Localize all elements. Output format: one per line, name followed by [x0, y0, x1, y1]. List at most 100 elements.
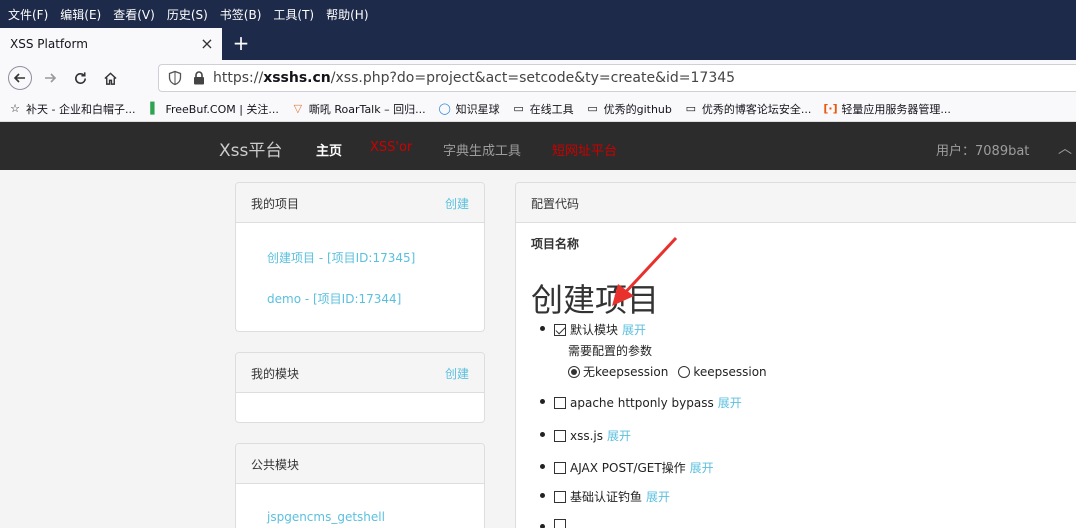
browser-navbar: https://xsshs.cn/xss.php?do=project&act=…	[0, 60, 1076, 96]
expand-link[interactable]: 展开	[690, 459, 714, 476]
back-arrow-icon	[13, 73, 25, 83]
module-apache-httponly: apache httponly bypass 展开	[540, 394, 742, 411]
bookmark-label: FreeBuf.COM | 关注...	[165, 102, 279, 116]
bookmark-label: 补天 - 企业和白帽子...	[26, 102, 136, 116]
tab-strip: XSS Platform × +	[0, 28, 1076, 60]
bullet	[540, 464, 545, 469]
menu-tools[interactable]: 工具(T)	[273, 6, 314, 23]
bookmark-label: 优秀的github	[603, 102, 672, 116]
public-modules-panel: 公共模块 jspgencms_getshell	[235, 443, 485, 528]
project-link-17345[interactable]: 创建项目 - [项目ID:17345]	[267, 249, 415, 266]
expand-link[interactable]: 展开	[607, 427, 631, 444]
module-xss-js: xss.js 展开	[540, 427, 631, 444]
url-host: xsshs.cn	[263, 70, 331, 86]
panel-header: 我的项目 创建	[236, 183, 484, 223]
bookmark-label: 在线工具	[529, 102, 574, 116]
forward-button[interactable]	[38, 66, 62, 90]
menu-bookmarks[interactable]: 书签(B)	[220, 6, 262, 23]
panel-header: 配置代码	[516, 183, 1076, 223]
bookmark-folder-blogs[interactable]: ▭ 优秀的博客论坛安全...	[684, 101, 812, 117]
user-label[interactable]: 用户：7089bat	[936, 140, 1029, 159]
panel-header: 公共模块	[236, 444, 484, 484]
menu-edit[interactable]: 编辑(E)	[60, 6, 101, 23]
module-ajax: AJAX POST/GET操作 展开	[540, 459, 714, 476]
module-default: 默认模块 展开	[540, 321, 646, 338]
bullet	[540, 326, 545, 331]
module-checkbox[interactable]	[554, 461, 566, 474]
create-module-link[interactable]: 创建	[445, 365, 469, 382]
bracket-icon: [·]	[823, 101, 838, 115]
radio-label: 无keepsession	[583, 365, 669, 379]
bookmark-roartalk[interactable]: ▽ 嘶吼 RoarTalk – 回归...	[291, 101, 426, 117]
menu-file[interactable]: 文件(F)	[8, 6, 48, 23]
reload-button[interactable]	[68, 66, 92, 90]
module-checkbox[interactable]	[554, 396, 566, 409]
create-project-link[interactable]: 创建	[445, 195, 469, 212]
bookmark-lighthouse[interactable]: [·] 轻量应用服务器管理...	[823, 101, 951, 117]
panel-title: 我的项目	[251, 197, 300, 211]
star-icon: ☆	[10, 101, 20, 115]
radio-no-keepsession[interactable]	[568, 365, 580, 378]
back-button[interactable]	[8, 66, 32, 90]
bookmark-label: 轻量应用服务器管理...	[841, 102, 951, 116]
module-cut-off	[540, 519, 570, 528]
annotation-arrow-icon	[612, 236, 678, 306]
tab-close-icon[interactable]: ×	[198, 35, 216, 53]
bullet	[540, 399, 545, 404]
home-icon	[103, 71, 117, 85]
nav-xssor[interactable]: XSS'or	[370, 140, 412, 155]
url-path: /xss.php?do=project&act=setcode&ty=creat…	[330, 70, 736, 86]
bookmark-folder-github[interactable]: ▭ 优秀的github	[586, 101, 672, 117]
bookmark-folder-tools[interactable]: ▭ 在线工具	[512, 101, 574, 117]
bookmark-label: 嘶吼 RoarTalk – 回归...	[308, 102, 426, 116]
lock-icon[interactable]	[193, 71, 205, 85]
bookmark-label: 知识星球	[455, 102, 500, 116]
params-label: 需要配置的参数	[568, 344, 653, 358]
new-tab-button[interactable]: +	[230, 32, 252, 54]
expand-link[interactable]: 展开	[718, 394, 742, 411]
reload-icon	[74, 71, 86, 84]
folder-icon: ▭	[513, 101, 524, 115]
home-button[interactable]	[98, 66, 122, 90]
bookmark-butian[interactable]: ☆ 补天 - 企业和白帽子...	[8, 101, 135, 117]
expand-link[interactable]: 展开	[622, 321, 646, 338]
url-bar[interactable]: https://xsshs.cn/xss.php?do=project&act=…	[158, 64, 1076, 92]
radio-keepsession[interactable]	[678, 365, 691, 378]
menu-help[interactable]: 帮助(H)	[326, 6, 368, 23]
freebuf-icon: ▌	[150, 101, 159, 115]
project-link-17344[interactable]: demo - [项目ID:17344]	[267, 290, 401, 307]
panel-title: 配置代码	[531, 197, 580, 211]
project-name-label: 项目名称	[531, 237, 580, 251]
url-text: https://xsshs.cn/xss.php?do=project&act=…	[213, 70, 735, 86]
bullet	[540, 493, 545, 498]
folder-icon: ▭	[685, 101, 697, 115]
bookmark-zsxq[interactable]: ◯ 知识星球	[438, 101, 500, 117]
panel-title: 公共模块	[251, 458, 300, 472]
module-checkbox[interactable]	[554, 490, 566, 503]
bookmark-label: 优秀的博客论坛安全...	[701, 102, 812, 116]
my-modules-panel: 我的模块 创建	[235, 352, 485, 423]
site-brand[interactable]: Xss平台	[219, 136, 282, 161]
public-module-link[interactable]: jspgencms_getshell	[267, 510, 385, 524]
folder-icon: ▭	[587, 101, 598, 115]
nav-short-url[interactable]: 短网址平台	[552, 140, 617, 159]
forward-arrow-icon	[45, 73, 57, 83]
roartalk-icon: ▽	[293, 101, 303, 115]
module-default-checkbox[interactable]	[554, 323, 566, 336]
expand-link[interactable]: 展开	[646, 488, 670, 505]
menu-view[interactable]: 查看(V)	[113, 6, 155, 23]
module-label: xss.js	[570, 428, 604, 443]
tab-title: XSS Platform	[10, 37, 88, 51]
chevron-up-icon[interactable]: ︿	[1058, 138, 1072, 158]
tab-xss-platform[interactable]: XSS Platform ×	[0, 28, 222, 60]
panel-title: 我的模块	[251, 367, 300, 381]
menu-history[interactable]: 历史(S)	[167, 6, 208, 23]
nav-home[interactable]: 主页	[316, 140, 342, 159]
site-navbar: Xss平台 主页 XSS'or 字典生成工具 短网址平台 用户：7089bat …	[0, 122, 1076, 170]
module-checkbox[interactable]	[554, 429, 566, 442]
module-checkbox[interactable]	[554, 519, 566, 528]
module-basic-auth-phishing: 基础认证钓鱼 展开	[540, 488, 670, 505]
shield-icon[interactable]	[167, 70, 183, 86]
nav-dictionary-tool[interactable]: 字典生成工具	[443, 140, 521, 159]
bookmark-freebuf[interactable]: ▌ FreeBuf.COM | 关注...	[147, 101, 279, 117]
